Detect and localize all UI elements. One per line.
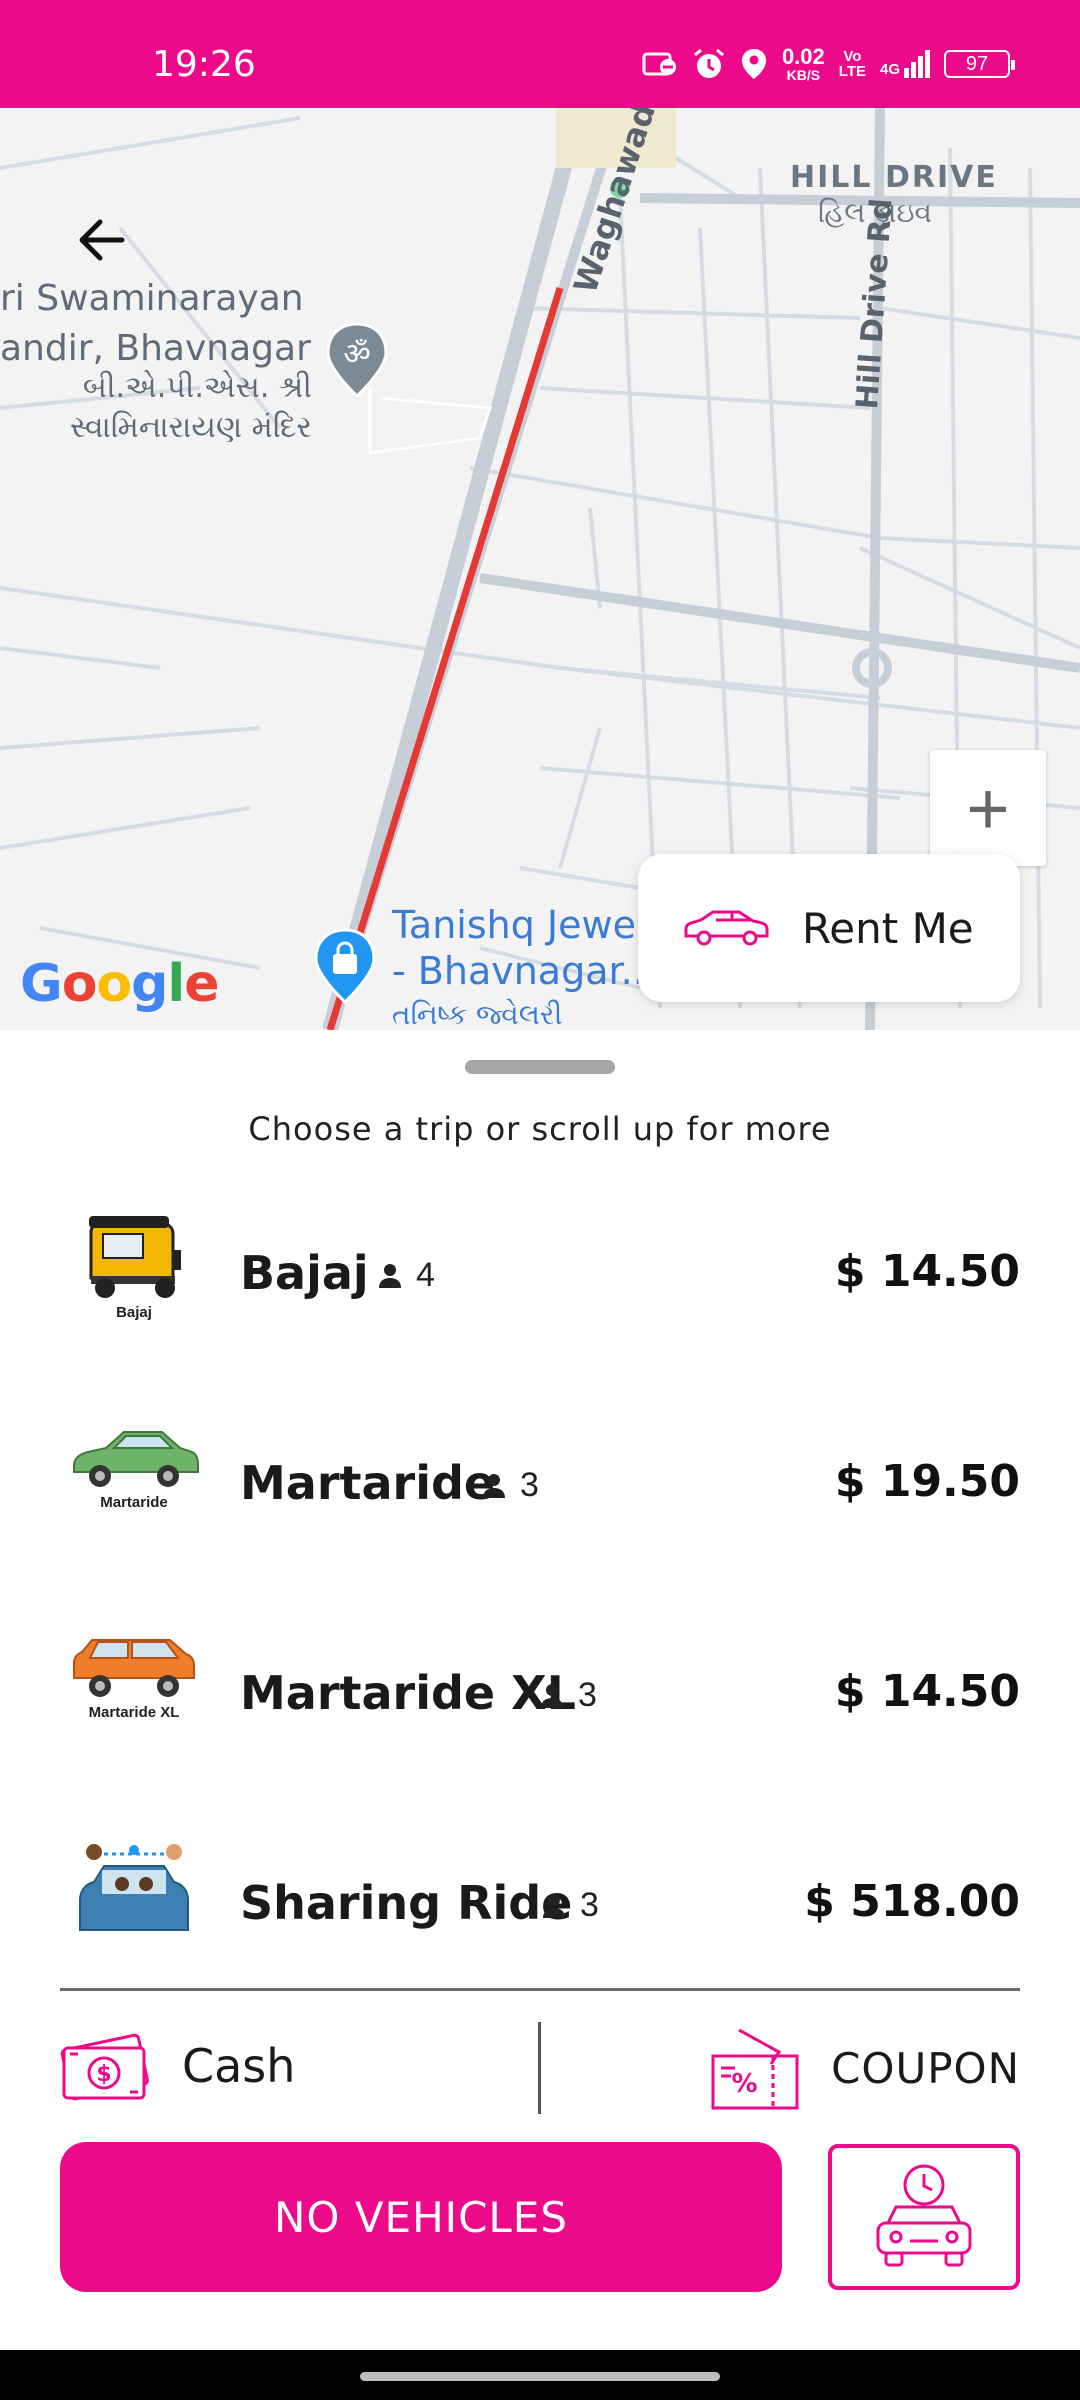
ride-thumbnail: Bajaj — [64, 1210, 204, 1336]
ride-option-sharing-ride[interactable]: Sharing Ride 3 $ 518.00 — [0, 1820, 1080, 1988]
svg-text:$: $ — [96, 2062, 111, 2087]
google-letter: o — [61, 954, 98, 1014]
signal-icon: 4G — [880, 50, 930, 78]
ride-name: Bajaj — [240, 1246, 369, 1300]
ride-seats: 4 — [378, 1256, 435, 1295]
ride-price: $ 518.00 — [804, 1876, 1020, 1927]
google-letter: g — [131, 954, 168, 1014]
status-icons: 0.02 KB/S Vo LTE 4G 97 — [642, 44, 1015, 83]
list-divider — [60, 1988, 1020, 1991]
ride-name: Sharing Ride — [240, 1876, 573, 1930]
zoom-in-button[interactable]: + — [930, 750, 1046, 866]
map-label-hill-drive: HILL DRIVE — [790, 160, 998, 195]
cash-icon: $ — [60, 2033, 149, 2101]
payment-method-button[interactable]: $ Cash — [60, 2028, 295, 2104]
ride-thumbnail-caption: Bajaj — [116, 1304, 152, 1321]
ride-list[interactable]: Bajaj Bajaj 4 $ 14.50 Martaride Martarid… — [0, 1190, 1080, 1988]
ride-option-bajaj[interactable]: Bajaj Bajaj 4 $ 14.50 — [0, 1190, 1080, 1400]
ride-thumbnail-caption: Martaride — [100, 1494, 168, 1511]
payment-divider — [538, 2022, 541, 2114]
svg-text:ॐ: ॐ — [343, 337, 370, 372]
map-label-temple-gu: બી.એ.પી.એસ. શ્રી સ્વામિનારાયણ મંદિર — [70, 370, 312, 445]
ride-thumbnail: Martaride — [64, 1420, 204, 1546]
google-letter: e — [184, 954, 219, 1014]
payment-row: $ Cash % COUPON — [0, 1992, 1080, 2142]
no-vehicles-button[interactable]: NO VEHICLES — [60, 2142, 782, 2292]
google-letter: o — [96, 954, 132, 1014]
person-icon — [543, 1893, 565, 1918]
volte-indicator: Vo LTE — [838, 48, 866, 80]
ride-seats: 3 — [540, 1676, 597, 1715]
shopping-pin-icon[interactable] — [310, 926, 380, 1006]
ride-name: Martaride XL — [240, 1666, 576, 1720]
rent-me-button[interactable]: Rent Me — [638, 854, 1020, 1002]
coupon-icon: % — [711, 2028, 799, 2110]
status-time: 19:26 — [152, 44, 256, 85]
google-logo: Google — [20, 954, 220, 1014]
google-letter: l — [167, 954, 185, 1014]
ride-price: $ 14.50 — [834, 1246, 1020, 1297]
schedule-car-icon — [876, 2164, 972, 2267]
ride-thumbnail: Martaride XL — [64, 1630, 204, 1756]
coupon-label: COUPON — [831, 2043, 1020, 2093]
back-arrow-icon[interactable] — [70, 208, 134, 272]
ride-option-martaride-xl[interactable]: Martaride XL Martaride XL 3 $ 14.50 — [0, 1610, 1080, 1820]
system-navigation-bar — [0, 2350, 1080, 2400]
net-speed: 0.02 KB/S — [781, 44, 825, 83]
temple-pin-icon[interactable]: ॐ — [322, 320, 392, 400]
ride-thumbnail — [64, 1840, 204, 1966]
map-view[interactable]: ri Swaminarayan andir, Bhavnagar બી.એ.પી.… — [0, 108, 1080, 1030]
battery-icon: 97 — [944, 50, 1015, 78]
trip-sheet: Choose a trip or scroll up for more Baja… — [0, 1030, 1080, 2350]
car-outline-icon — [684, 910, 769, 946]
sharing-ride-icon — [79, 1844, 189, 1931]
ride-price: $ 14.50 — [834, 1666, 1020, 1717]
map-label-tanishq: Tanishq Jewe - Bhavnagar... — [392, 903, 657, 993]
auto-rickshaw-icon — [89, 1216, 181, 1298]
ride-price: $ 19.50 — [834, 1456, 1020, 1507]
ride-seats: 3 — [482, 1466, 539, 1505]
person-icon — [379, 1263, 401, 1288]
alarm-icon — [693, 48, 724, 78]
ride-option-martaride[interactable]: Martaride Martaride 3 $ 19.50 — [0, 1400, 1080, 1610]
sheet-drag-handle[interactable] — [465, 1060, 615, 1074]
location-icon — [741, 49, 766, 79]
person-icon — [541, 1683, 563, 1708]
status-bar: 19:26 0.02 KB/S Vo LTE 4G 97 — [0, 0, 1080, 108]
ride-name: Martaride — [240, 1456, 496, 1510]
payment-method-label: Cash — [182, 2039, 296, 2093]
coupon-button[interactable]: % COUPON — [709, 2022, 1020, 2114]
ride-seats: 3 — [542, 1886, 599, 1925]
sheet-hint: Choose a trip or scroll up for more — [248, 1110, 832, 1148]
map-label-temple: ri Swaminarayan andir, Bhavnagar — [0, 278, 311, 369]
person-icon — [483, 1473, 505, 1498]
schedule-ride-button[interactable] — [828, 2144, 1020, 2290]
map-label-tanishq-gu: તનિષ્ક જ્વેલરી — [392, 998, 563, 1030]
do-not-disturb-icon — [642, 52, 676, 76]
google-letter: G — [20, 954, 63, 1014]
sedan-car-icon — [73, 1431, 199, 1487]
home-gesture-pill[interactable] — [360, 2372, 720, 2381]
suv-car-icon — [73, 1639, 195, 1697]
rent-me-label: Rent Me — [802, 903, 974, 953]
ride-thumbnail-caption: Martaride XL — [88, 1704, 180, 1721]
svg-text:%: % — [732, 2069, 759, 2099]
